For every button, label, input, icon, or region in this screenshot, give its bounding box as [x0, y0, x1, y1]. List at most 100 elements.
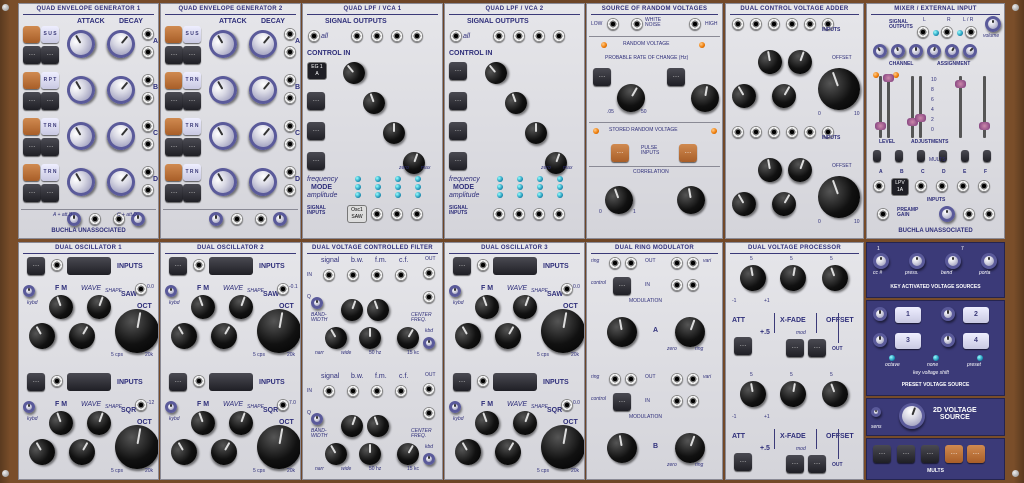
- signal-in-jack[interactable]: [411, 208, 423, 220]
- attack-knob[interactable]: [203, 116, 243, 156]
- input-jack[interactable]: [750, 18, 762, 30]
- osc-button[interactable]: …: [27, 257, 45, 275]
- envelope-mode-button[interactable]: [165, 26, 182, 43]
- wave-knob[interactable]: [509, 407, 541, 439]
- mult-button[interactable]: …: [967, 445, 985, 463]
- rate-button[interactable]: …: [593, 68, 611, 86]
- pan-knob[interactable]: [889, 42, 907, 60]
- pitch-knob[interactable]: [166, 434, 202, 470]
- kybd-knob[interactable]: [23, 285, 35, 297]
- filter-jack[interactable]: [323, 385, 335, 397]
- input-jack[interactable]: [915, 180, 927, 192]
- mult-button[interactable]: [983, 150, 991, 162]
- out-jack[interactable]: [423, 407, 435, 419]
- led-icon[interactable]: [415, 176, 421, 182]
- fader-cap-icon[interactable]: [875, 122, 886, 130]
- filter-jack[interactable]: [347, 385, 359, 397]
- kybd-knob[interactable]: [449, 285, 461, 297]
- cutoff-knob[interactable]: [383, 122, 405, 144]
- wave-knob[interactable]: [83, 407, 115, 439]
- preset-knob[interactable]: [941, 333, 955, 347]
- envelope-mode-button[interactable]: [165, 164, 182, 181]
- input-jack[interactable]: [936, 180, 948, 192]
- level-fader[interactable]: [907, 76, 918, 138]
- input-knob[interactable]: [756, 156, 784, 184]
- osc-jack[interactable]: [51, 259, 63, 271]
- led-icon[interactable]: [395, 176, 401, 182]
- led-icon[interactable]: [375, 192, 381, 198]
- signal-out-jack[interactable]: [513, 30, 525, 42]
- mult-button[interactable]: [961, 150, 969, 162]
- in-jack[interactable]: [687, 279, 699, 291]
- decay-knob[interactable]: [243, 116, 283, 156]
- fader-cap-icon[interactable]: [979, 122, 990, 130]
- kybd-knob[interactable]: [165, 401, 177, 413]
- out-jack[interactable]: [142, 92, 154, 104]
- control-in-button[interactable]: …: [307, 92, 325, 110]
- kybd-knob[interactable]: [449, 401, 461, 413]
- cutoff-knob[interactable]: [338, 57, 370, 89]
- bw-knob[interactable]: [337, 295, 367, 325]
- preset-display[interactable]: 1: [895, 307, 921, 323]
- attack-knob[interactable]: [203, 24, 243, 64]
- envelope-mode-button[interactable]: [23, 26, 40, 43]
- mult-button[interactable]: …: [945, 445, 963, 463]
- osc-button[interactable]: …: [169, 373, 187, 391]
- trigger-button[interactable]: …: [23, 46, 41, 64]
- preset-knob[interactable]: [941, 307, 955, 321]
- out-jack[interactable]: [423, 267, 435, 279]
- pan-knob[interactable]: [960, 41, 980, 61]
- decay-knob[interactable]: [101, 70, 141, 110]
- fm-knob[interactable]: [45, 291, 77, 323]
- level-fader[interactable]: [883, 74, 894, 138]
- low-jack[interactable]: [607, 18, 619, 30]
- press-knob[interactable]: [909, 253, 925, 269]
- jack-icon[interactable]: [963, 208, 975, 220]
- osc-jack[interactable]: [193, 259, 205, 271]
- mix-knob[interactable]: [273, 212, 287, 226]
- led-icon[interactable]: [977, 355, 983, 361]
- out-jack[interactable]: [142, 138, 154, 150]
- led-icon[interactable]: [497, 176, 503, 182]
- cutoff-knob[interactable]: [480, 57, 512, 89]
- kbd-knob[interactable]: [423, 453, 435, 465]
- osc-jack[interactable]: [477, 375, 489, 387]
- input-jack[interactable]: [804, 126, 816, 138]
- led-icon[interactable]: [355, 176, 361, 182]
- bend-knob[interactable]: [945, 253, 961, 269]
- ring-jack[interactable]: [609, 257, 621, 269]
- sens-knob[interactable]: [871, 407, 881, 417]
- patch-tag[interactable]: Osc1 SAW: [347, 205, 367, 223]
- mod-button[interactable]: …: [808, 339, 826, 357]
- level-fader[interactable]: [875, 76, 886, 138]
- wave-jack[interactable]: [135, 283, 147, 295]
- trigger-button[interactable]: …: [23, 184, 41, 202]
- input-jack[interactable]: [768, 18, 780, 30]
- led-icon[interactable]: [355, 184, 361, 190]
- control-in-button[interactable]: …: [449, 122, 467, 140]
- led-icon[interactable]: [601, 42, 607, 48]
- led-icon[interactable]: [537, 176, 543, 182]
- pitch-knob[interactable]: [64, 318, 100, 354]
- control-in-button[interactable]: …: [449, 62, 467, 80]
- kbd-knob[interactable]: [423, 337, 435, 349]
- modulation-knob[interactable]: [604, 314, 640, 350]
- wave-jack[interactable]: [277, 283, 289, 295]
- offset-knob[interactable]: [812, 170, 863, 224]
- center-freq-knob[interactable]: [392, 438, 424, 470]
- decay-knob[interactable]: [101, 24, 141, 64]
- trigger-button[interactable]: …: [165, 138, 183, 156]
- input-jack[interactable]: [978, 180, 990, 192]
- input-jack[interactable]: [957, 180, 969, 192]
- ring-jack[interactable]: [625, 373, 637, 385]
- envelope-mode-label[interactable]: R P T: [41, 72, 59, 89]
- led-icon[interactable]: [517, 176, 523, 182]
- pitch-knob[interactable]: [64, 434, 100, 470]
- out-jack[interactable]: [687, 373, 699, 385]
- attack-knob[interactable]: [203, 162, 243, 202]
- pitch-knob[interactable]: [450, 318, 486, 354]
- envelope-mode-label[interactable]: S U S: [41, 26, 59, 43]
- gate-button[interactable]: …: [41, 184, 59, 202]
- filter-jack[interactable]: [395, 269, 407, 281]
- cutoff-knob[interactable]: [541, 148, 571, 178]
